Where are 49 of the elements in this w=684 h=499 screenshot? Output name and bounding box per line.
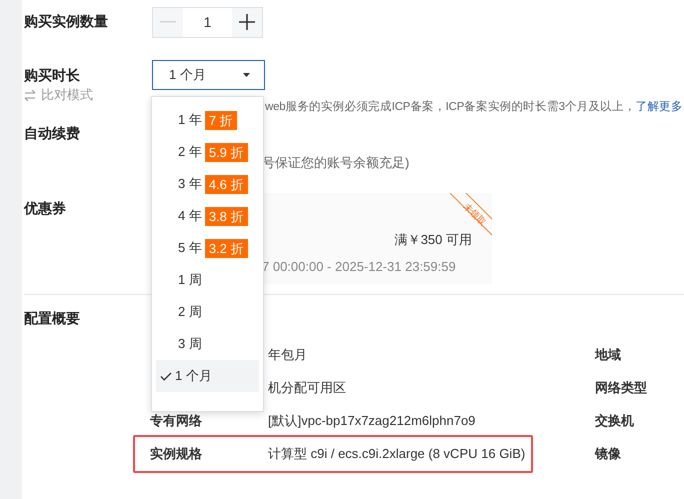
menu-option[interactable]: 4 年 3.8 折 <box>156 200 259 232</box>
menu-option[interactable]: 1 个月 <box>156 360 259 392</box>
duration-select[interactable]: 1 个月 <box>152 60 265 90</box>
menu-option[interactable]: 5 年 3.2 折 <box>156 232 259 264</box>
discount-tag: 7 折 <box>204 110 237 130</box>
icp-notice: web服务的实例必须完成ICP备案，ICP备案实例的时长需3个月及以上，了解更多 <box>265 98 684 116</box>
discount-tag: 3.2 折 <box>204 238 248 258</box>
renew-note: 号保证您的账号余额充足) <box>261 154 410 172</box>
option-label: 1 周 <box>178 271 202 289</box>
option-label: 3 年 <box>178 175 202 193</box>
spec-value: 计算型 c9i / ecs.c9i.2xlarge (8 vCPU 16 GiB) <box>268 444 526 462</box>
menu-option[interactable]: 2 周 <box>156 296 259 328</box>
check-icon <box>160 372 172 380</box>
spec-label: 网络类型 <box>595 378 647 396</box>
menu-option[interactable]: 3 周 <box>156 328 259 360</box>
spec-value: 年包月 <box>268 346 307 364</box>
spec-label: 专有网络 <box>150 412 203 430</box>
discount-tag: 3.8 折 <box>204 206 248 226</box>
caret-icon <box>243 73 250 77</box>
field-label: 购买实例数量 <box>24 13 109 31</box>
field-label: 购买时长 <box>24 66 81 85</box>
spec-label: 交换机 <box>595 412 634 430</box>
menu-option[interactable]: 1 年 7 折 <box>156 104 259 136</box>
option-label: 2 年 <box>178 143 202 161</box>
swap-arrows-icon <box>24 90 36 100</box>
option-label: 5 年 <box>178 239 202 257</box>
spec-label: 地域 <box>595 346 621 364</box>
option-label: 4 年 <box>178 207 202 225</box>
option-label: 2 周 <box>178 303 202 321</box>
learn-more-link[interactable]: 了解更多 <box>636 98 683 116</box>
minus-icon <box>160 21 176 23</box>
discount-tag: 5.9 折 <box>204 142 248 162</box>
menu-option[interactable]: 2 年 5.9 折 <box>156 136 259 168</box>
field-label: 自动续费 <box>24 125 80 141</box>
option-label: 1 年 <box>178 111 202 129</box>
spec-value: 机分配可用区 <box>268 378 346 396</box>
increase-button[interactable] <box>232 8 262 36</box>
spec-value: [默认]vpc-bp17x7zag212m6lphn7o9 <box>268 412 476 430</box>
option-label: 3 周 <box>178 335 202 353</box>
field-label: 优惠券 <box>24 200 66 216</box>
option-label: 1 个月 <box>175 367 212 385</box>
spec-label: 镜像 <box>595 444 621 462</box>
plus-icon <box>239 14 255 30</box>
spec-label: 实例规格 <box>150 444 203 462</box>
menu-option[interactable]: 1 周 <box>156 264 259 296</box>
menu-option[interactable]: 3 年 4.6 折 <box>156 168 259 200</box>
section-title: 配置概要 <box>24 310 80 326</box>
discount-tag: 4.6 折 <box>204 174 248 194</box>
quantity-value: 1 <box>202 13 212 32</box>
